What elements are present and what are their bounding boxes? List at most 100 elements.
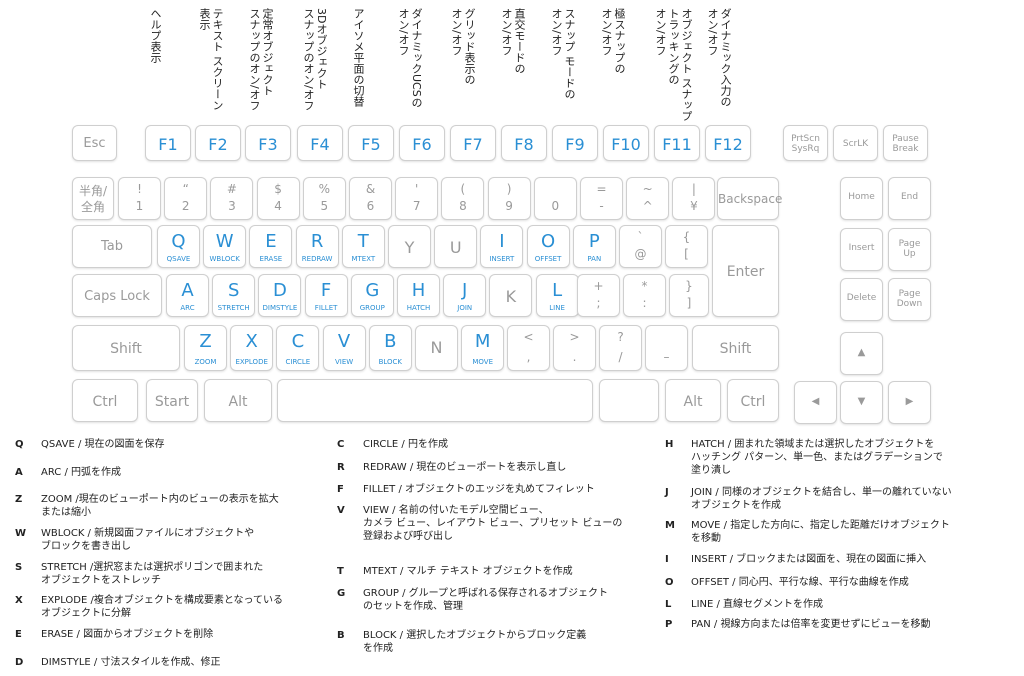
description-line: ZOOM /現在のビューポート内のビューの表示を拡大 [41, 494, 279, 505]
key-arrow-down[interactable]: ▼ [840, 381, 883, 424]
key-l[interactable]: L LINE [535, 274, 579, 317]
key-f12[interactable]: F12 [705, 125, 751, 161]
key-f6[interactable]: F6 [399, 125, 445, 161]
description-line: ハッチング パターン、単一色、またはグラデーションで [691, 452, 943, 463]
key-space[interactable] [277, 379, 593, 422]
key-alt-right[interactable]: Alt [665, 379, 721, 422]
key-slash[interactable]: ? / [599, 325, 642, 371]
key-start[interactable]: Start [146, 379, 198, 422]
key-home[interactable]: Home [840, 177, 883, 220]
key-hankaku[interactable]: 半角/全角 [72, 177, 114, 220]
key-e[interactable]: E ERASE [249, 225, 293, 268]
key-colon[interactable]: *: [623, 274, 666, 317]
key-num-9[interactable]: 0 [533, 177, 577, 220]
key-num-4[interactable]: % 5 [302, 177, 346, 220]
key-backspace[interactable]: Backspace [717, 177, 782, 220]
key-i[interactable]: I INSERT [480, 225, 524, 268]
key-capslock[interactable]: Caps Lock [72, 274, 162, 317]
key-v[interactable]: V VIEW [322, 325, 366, 371]
key-ctrl-right[interactable]: Ctrl [727, 379, 779, 422]
key-f2[interactable]: F2 [195, 125, 241, 161]
key-num-12-top: | [691, 182, 696, 196]
key-arrow-up[interactable]: ▲ [840, 332, 883, 375]
key-muhenkan[interactable] [599, 379, 659, 422]
key-x[interactable]: X EXPLODE [230, 325, 274, 371]
key-m[interactable]: M MOVE [461, 325, 505, 371]
key-pageup[interactable]: Page Up [888, 228, 931, 271]
key-y[interactable]: Y [388, 225, 431, 268]
key-num-3[interactable]: $4 [256, 177, 300, 220]
key-insert[interactable]: Insert [840, 228, 883, 271]
key-tab[interactable]: Tab [72, 225, 152, 268]
key-num-11[interactable]: ~ ^ [626, 177, 670, 220]
key-enter[interactable]: Enter [712, 225, 779, 317]
key-underscore[interactable]: – [645, 325, 688, 371]
key-scrlk[interactable]: ScrLK [833, 125, 878, 161]
key-f9[interactable]: F9 [552, 125, 598, 161]
key-period[interactable]: >. [553, 325, 596, 371]
key-at[interactable]: ` @ [619, 225, 662, 268]
key-f7[interactable]: F7 [450, 125, 496, 161]
key-delete[interactable]: Delete [840, 278, 883, 321]
key-a[interactable]: A ARC [166, 274, 209, 317]
key-k[interactable]: K [489, 274, 533, 317]
key-prtscn[interactable]: PrtScn SysRq [783, 125, 828, 161]
key-num-7[interactable]: (8 [441, 177, 485, 220]
key-num-6[interactable]: ' 7 [395, 177, 439, 220]
description-q-key: Q [15, 439, 24, 450]
key-lbracket[interactable]: {[ [665, 225, 708, 268]
key-p[interactable]: P PAN [572, 225, 616, 268]
key-num-10[interactable]: = - [580, 177, 623, 220]
key-q[interactable]: Q QSAVE [157, 225, 200, 268]
key-num-2-bottom: 3 [228, 199, 236, 213]
key-d[interactable]: D DIMSTYLE [258, 274, 302, 317]
key-t[interactable]: T MTEXT [341, 225, 385, 268]
key-num-0[interactable]: ! 1 [118, 177, 161, 220]
key-h-letter: H [411, 280, 426, 301]
key-pause[interactable]: Pause Break [883, 125, 928, 161]
key-r[interactable]: R REDRAW [295, 225, 339, 268]
key-f[interactable]: F FILLET [304, 274, 348, 317]
key-w[interactable]: W WBLOCK [203, 225, 247, 268]
key-pageup-line2: Up [903, 249, 916, 259]
key-h[interactable]: H HATCH [397, 274, 440, 317]
key-num-5[interactable]: & 6 [349, 177, 392, 220]
key-shift-right[interactable]: Shift [692, 325, 779, 371]
key-f8[interactable]: F8 [501, 125, 547, 161]
key-shift-left[interactable]: Shift [72, 325, 180, 371]
key-g[interactable]: G GROUP [350, 274, 394, 317]
key-f3[interactable]: F3 [245, 125, 291, 161]
key-semicolon[interactable]: +; [577, 274, 620, 317]
key-arrow-right[interactable]: ▶ [888, 381, 931, 424]
key-end[interactable]: End [888, 177, 931, 220]
key-lbracket-bottom: [ [684, 247, 689, 261]
key-rbracket[interactable]: }] [669, 274, 709, 317]
key-esc[interactable]: Esc [72, 125, 117, 161]
key-arrow-left[interactable]: ◀ [794, 381, 837, 424]
key-j[interactable]: J JOIN [443, 274, 487, 317]
key-n[interactable]: N [415, 325, 458, 371]
description-a-text: ARC / 円弧を作成 [41, 466, 121, 479]
key-f4[interactable]: F4 [297, 125, 343, 161]
key-u[interactable]: U [434, 225, 478, 268]
key-b[interactable]: B BLOCK [368, 325, 412, 371]
key-num-8[interactable]: ) 9 [487, 177, 531, 220]
key-f10[interactable]: F10 [603, 125, 649, 161]
key-rbracket-top: } [685, 279, 693, 293]
key-f1[interactable]: F1 [145, 125, 191, 161]
key-num-12[interactable]: | ¥ [672, 177, 716, 220]
key-f5[interactable]: F5 [348, 125, 394, 161]
key-z[interactable]: Z ZOOM [184, 325, 227, 371]
key-colon-top: * [641, 279, 648, 293]
key-v-letter: V [337, 331, 351, 352]
key-s[interactable]: S STRETCH [212, 274, 256, 317]
key-f11[interactable]: F11 [654, 125, 700, 161]
key-alt-left[interactable]: Alt [204, 379, 272, 422]
key-ctrl-left[interactable]: Ctrl [72, 379, 138, 422]
key-pagedown[interactable]: Page Down [888, 278, 931, 321]
key-num-2[interactable]: #3 [210, 177, 254, 220]
key-comma[interactable]: <, [507, 325, 550, 371]
key-o[interactable]: O OFFSET [526, 225, 570, 268]
key-c[interactable]: C CIRCLE [276, 325, 320, 371]
key-num-1[interactable]: “2 [164, 177, 208, 220]
